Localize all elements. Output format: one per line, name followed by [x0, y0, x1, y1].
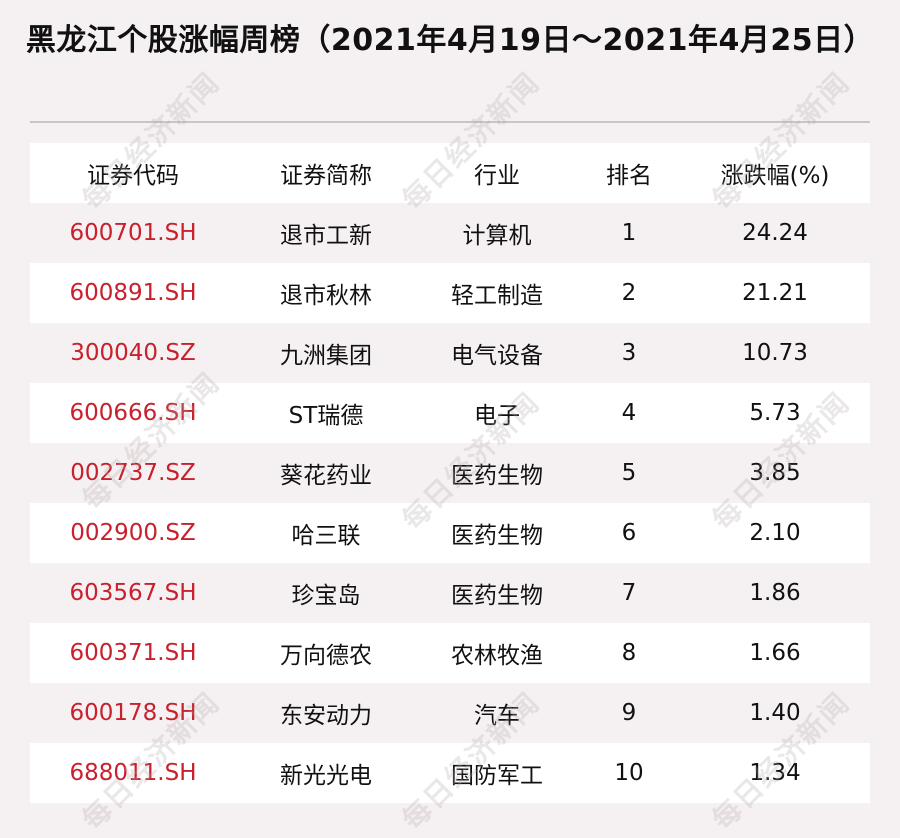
stock-name: 退市秋林: [280, 283, 372, 309]
stock-change: 3.85: [749, 460, 801, 486]
stock-industry: 医药生物: [451, 583, 543, 609]
header-rank: 排名: [606, 163, 652, 189]
stock-change: 1.40: [749, 700, 801, 726]
table-row: 600666.SH ST瑞德 电子 4 5.73: [30, 383, 870, 443]
stock-code: 600371.SH: [69, 640, 197, 666]
stock-rank: 1: [621, 220, 637, 246]
stock-change: 10.73: [742, 340, 808, 366]
stock-rank: 7: [621, 580, 637, 606]
stock-rank: 9: [621, 700, 637, 726]
stock-code: 600666.SH: [69, 400, 197, 426]
table-row: 600891.SH 退市秋林 轻工制造 2 21.21: [30, 263, 870, 323]
stock-name: 九洲集团: [280, 343, 372, 369]
stock-change: 2.10: [749, 520, 801, 546]
stock-name: 新光光电: [280, 763, 372, 789]
stock-rank: 2: [621, 280, 637, 306]
stock-code: 600891.SH: [69, 280, 197, 306]
stock-code: 688011.SH: [69, 760, 197, 786]
stock-change: 1.34: [749, 760, 801, 786]
table-row: 600178.SH 东安动力 汽车 9 1.40: [30, 683, 870, 743]
stock-change: 5.73: [749, 400, 801, 426]
stock-rank: 5: [621, 460, 637, 486]
stock-industry: 国防军工: [451, 763, 543, 789]
stock-industry: 医药生物: [451, 523, 543, 549]
stock-name: 哈三联: [291, 523, 361, 549]
table-row: 688011.SH 新光光电 国防军工 10 1.34: [30, 743, 870, 803]
header-name: 证券简称: [280, 163, 372, 189]
divider: [30, 121, 870, 123]
table-row: 600701.SH 退市工新 计算机 1 24.24: [30, 203, 870, 263]
stock-industry: 农林牧渔: [451, 643, 543, 669]
header-industry: 行业: [474, 163, 520, 189]
table-header: 证券代码 证券简称 行业 排名 涨跌幅(%): [30, 143, 870, 203]
stock-change: 1.66: [749, 640, 801, 666]
stock-code: 603567.SH: [69, 580, 197, 606]
table-row: 603567.SH 珍宝岛 医药生物 7 1.86: [30, 563, 870, 623]
stock-rank: 3: [621, 340, 637, 366]
stock-industry: 电气设备: [451, 343, 543, 369]
stock-name: 万向德农: [280, 643, 372, 669]
stock-code: 300040.SZ: [70, 340, 196, 366]
stock-industry: 医药生物: [451, 463, 543, 489]
stock-industry: 轻工制造: [451, 283, 543, 309]
table-row: 002737.SZ 葵花药业 医药生物 5 3.85: [30, 443, 870, 503]
stock-industry: 汽车: [474, 703, 520, 729]
stock-industry: 电子: [474, 403, 520, 429]
header-change: 涨跌幅(%): [720, 163, 830, 189]
ranking-table: 证券代码 证券简称 行业 排名 涨跌幅(%) 600701.SH 退市工新 计算…: [30, 143, 870, 803]
stock-industry: 计算机: [462, 223, 532, 249]
header-code: 证券代码: [87, 163, 179, 189]
stock-change: 1.86: [749, 580, 801, 606]
stock-change: 21.21: [742, 280, 808, 306]
table-row: 600371.SH 万向德农 农林牧渔 8 1.66: [30, 623, 870, 683]
stock-code: 600701.SH: [69, 220, 197, 246]
stock-name: 东安动力: [280, 703, 372, 729]
table-row: 002900.SZ 哈三联 医药生物 6 2.10: [30, 503, 870, 563]
stock-rank: 6: [621, 520, 637, 546]
stock-name: 珍宝岛: [291, 583, 361, 609]
stock-name: 退市工新: [280, 223, 372, 249]
stock-change: 24.24: [742, 220, 808, 246]
page-title: 黑龙江个股涨幅周榜（2021年4月19日～2021年4月25日）: [25, 23, 875, 58]
stock-code: 002737.SZ: [70, 460, 196, 486]
stock-name: 葵花药业: [280, 463, 372, 489]
stock-rank: 8: [621, 640, 637, 666]
stock-rank: 4: [621, 400, 637, 426]
stock-code: 002900.SZ: [70, 520, 196, 546]
stock-rank: 10: [614, 760, 644, 786]
stock-code: 600178.SH: [69, 700, 197, 726]
stock-name: ST瑞德: [288, 403, 364, 429]
table-row: 300040.SZ 九洲集团 电气设备 3 10.73: [30, 323, 870, 383]
